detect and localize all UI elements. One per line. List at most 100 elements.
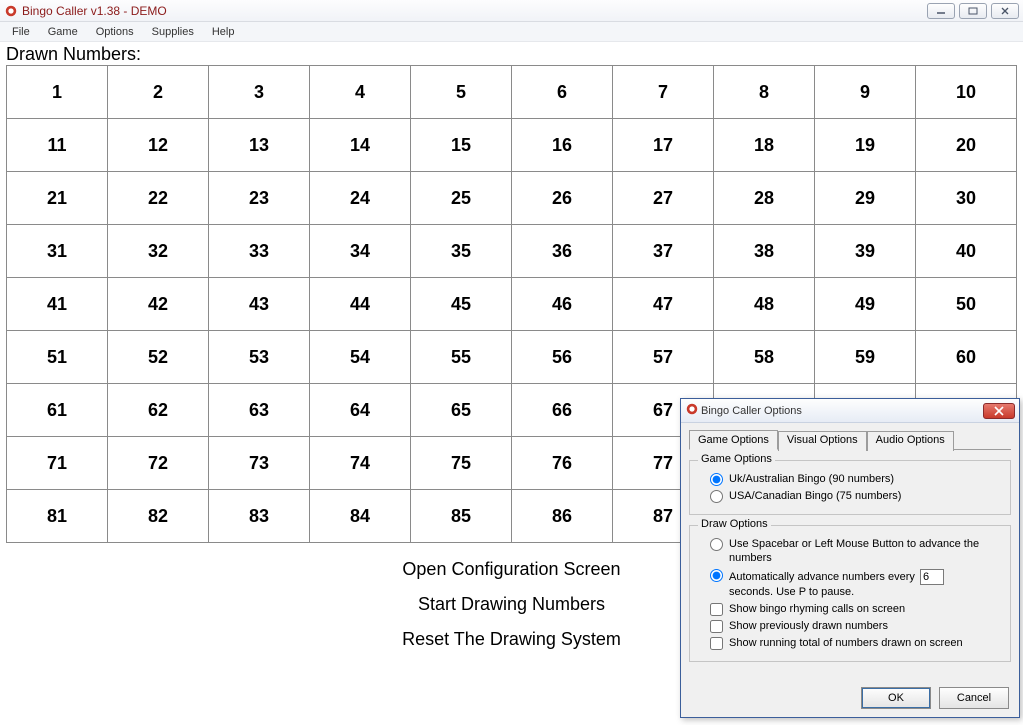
maximize-button[interactable] xyxy=(959,3,987,19)
number-cell-84[interactable]: 84 xyxy=(310,490,411,543)
number-cell-56[interactable]: 56 xyxy=(512,331,613,384)
number-cell-37[interactable]: 37 xyxy=(613,225,714,278)
number-cell-64[interactable]: 64 xyxy=(310,384,411,437)
number-cell-10[interactable]: 10 xyxy=(916,66,1017,119)
number-cell-45[interactable]: 45 xyxy=(411,278,512,331)
number-cell-62[interactable]: 62 xyxy=(108,384,209,437)
number-cell-13[interactable]: 13 xyxy=(209,119,310,172)
number-cell-12[interactable]: 12 xyxy=(108,119,209,172)
number-cell-66[interactable]: 66 xyxy=(512,384,613,437)
number-cell-5[interactable]: 5 xyxy=(411,66,512,119)
check-show-prev[interactable]: Show previously drawn numbers xyxy=(710,619,1002,633)
number-cell-74[interactable]: 74 xyxy=(310,437,411,490)
ok-button[interactable]: OK xyxy=(861,687,931,709)
number-cell-73[interactable]: 73 xyxy=(209,437,310,490)
number-cell-59[interactable]: 59 xyxy=(815,331,916,384)
number-cell-18[interactable]: 18 xyxy=(714,119,815,172)
number-cell-16[interactable]: 16 xyxy=(512,119,613,172)
radio-uk-bingo-input[interactable] xyxy=(710,473,723,486)
number-cell-86[interactable]: 86 xyxy=(512,490,613,543)
number-cell-22[interactable]: 22 xyxy=(108,172,209,225)
number-cell-52[interactable]: 52 xyxy=(108,331,209,384)
check-show-total[interactable]: Show running total of numbers drawn on s… xyxy=(710,636,1002,650)
number-cell-21[interactable]: 21 xyxy=(7,172,108,225)
number-cell-85[interactable]: 85 xyxy=(411,490,512,543)
number-cell-53[interactable]: 53 xyxy=(209,331,310,384)
number-cell-72[interactable]: 72 xyxy=(108,437,209,490)
number-cell-81[interactable]: 81 xyxy=(7,490,108,543)
number-cell-30[interactable]: 30 xyxy=(916,172,1017,225)
number-cell-83[interactable]: 83 xyxy=(209,490,310,543)
number-cell-29[interactable]: 29 xyxy=(815,172,916,225)
number-cell-35[interactable]: 35 xyxy=(411,225,512,278)
radio-usa-bingo-input[interactable] xyxy=(710,490,723,503)
number-cell-15[interactable]: 15 xyxy=(411,119,512,172)
number-cell-11[interactable]: 11 xyxy=(7,119,108,172)
radio-uk-bingo[interactable]: Uk/Australian Bingo (90 numbers) xyxy=(710,472,1002,486)
number-cell-38[interactable]: 38 xyxy=(714,225,815,278)
radio-manual-advance-input[interactable] xyxy=(710,538,723,551)
number-cell-54[interactable]: 54 xyxy=(310,331,411,384)
number-cell-82[interactable]: 82 xyxy=(108,490,209,543)
number-cell-42[interactable]: 42 xyxy=(108,278,209,331)
number-cell-61[interactable]: 61 xyxy=(7,384,108,437)
number-cell-3[interactable]: 3 xyxy=(209,66,310,119)
tab-visual-options[interactable]: Visual Options xyxy=(778,431,867,451)
number-cell-63[interactable]: 63 xyxy=(209,384,310,437)
menu-supplies[interactable]: Supplies xyxy=(144,24,202,40)
number-cell-19[interactable]: 19 xyxy=(815,119,916,172)
number-cell-76[interactable]: 76 xyxy=(512,437,613,490)
number-cell-1[interactable]: 1 xyxy=(7,66,108,119)
number-cell-20[interactable]: 20 xyxy=(916,119,1017,172)
number-cell-65[interactable]: 65 xyxy=(411,384,512,437)
close-button[interactable] xyxy=(991,3,1019,19)
menu-help[interactable]: Help xyxy=(204,24,243,40)
number-cell-44[interactable]: 44 xyxy=(310,278,411,331)
number-cell-8[interactable]: 8 xyxy=(714,66,815,119)
number-cell-48[interactable]: 48 xyxy=(714,278,815,331)
menu-game[interactable]: Game xyxy=(40,24,86,40)
check-show-total-input[interactable] xyxy=(710,637,723,650)
radio-usa-bingo[interactable]: USA/Canadian Bingo (75 numbers) xyxy=(710,489,1002,503)
check-show-prev-input[interactable] xyxy=(710,620,723,633)
number-cell-4[interactable]: 4 xyxy=(310,66,411,119)
dialog-close-button[interactable] xyxy=(983,403,1015,419)
number-cell-51[interactable]: 51 xyxy=(7,331,108,384)
auto-advance-seconds-input[interactable] xyxy=(920,569,944,585)
number-cell-50[interactable]: 50 xyxy=(916,278,1017,331)
number-cell-31[interactable]: 31 xyxy=(7,225,108,278)
radio-manual-advance[interactable]: Use Spacebar or Left Mouse Button to adv… xyxy=(710,537,1002,565)
number-cell-2[interactable]: 2 xyxy=(108,66,209,119)
number-cell-34[interactable]: 34 xyxy=(310,225,411,278)
menu-options[interactable]: Options xyxy=(88,24,142,40)
check-show-rhyming[interactable]: Show bingo rhyming calls on screen xyxy=(710,602,1002,616)
number-cell-75[interactable]: 75 xyxy=(411,437,512,490)
number-cell-57[interactable]: 57 xyxy=(613,331,714,384)
radio-auto-advance[interactable]: Automatically advance numbers every seco… xyxy=(710,568,1002,599)
radio-auto-advance-input[interactable] xyxy=(710,569,723,582)
start-drawing-button[interactable]: Start Drawing Numbers xyxy=(408,592,615,617)
number-cell-49[interactable]: 49 xyxy=(815,278,916,331)
number-cell-47[interactable]: 47 xyxy=(613,278,714,331)
number-cell-55[interactable]: 55 xyxy=(411,331,512,384)
number-cell-9[interactable]: 9 xyxy=(815,66,916,119)
number-cell-6[interactable]: 6 xyxy=(512,66,613,119)
open-config-button[interactable]: Open Configuration Screen xyxy=(392,557,630,582)
number-cell-17[interactable]: 17 xyxy=(613,119,714,172)
number-cell-14[interactable]: 14 xyxy=(310,119,411,172)
number-cell-26[interactable]: 26 xyxy=(512,172,613,225)
number-cell-23[interactable]: 23 xyxy=(209,172,310,225)
number-cell-40[interactable]: 40 xyxy=(916,225,1017,278)
number-cell-43[interactable]: 43 xyxy=(209,278,310,331)
cancel-button[interactable]: Cancel xyxy=(939,687,1009,709)
number-cell-7[interactable]: 7 xyxy=(613,66,714,119)
number-cell-60[interactable]: 60 xyxy=(916,331,1017,384)
number-cell-25[interactable]: 25 xyxy=(411,172,512,225)
number-cell-58[interactable]: 58 xyxy=(714,331,815,384)
check-show-rhyming-input[interactable] xyxy=(710,603,723,616)
menu-file[interactable]: File xyxy=(4,24,38,40)
reset-drawing-button[interactable]: Reset The Drawing System xyxy=(392,627,631,652)
number-cell-46[interactable]: 46 xyxy=(512,278,613,331)
number-cell-28[interactable]: 28 xyxy=(714,172,815,225)
number-cell-32[interactable]: 32 xyxy=(108,225,209,278)
